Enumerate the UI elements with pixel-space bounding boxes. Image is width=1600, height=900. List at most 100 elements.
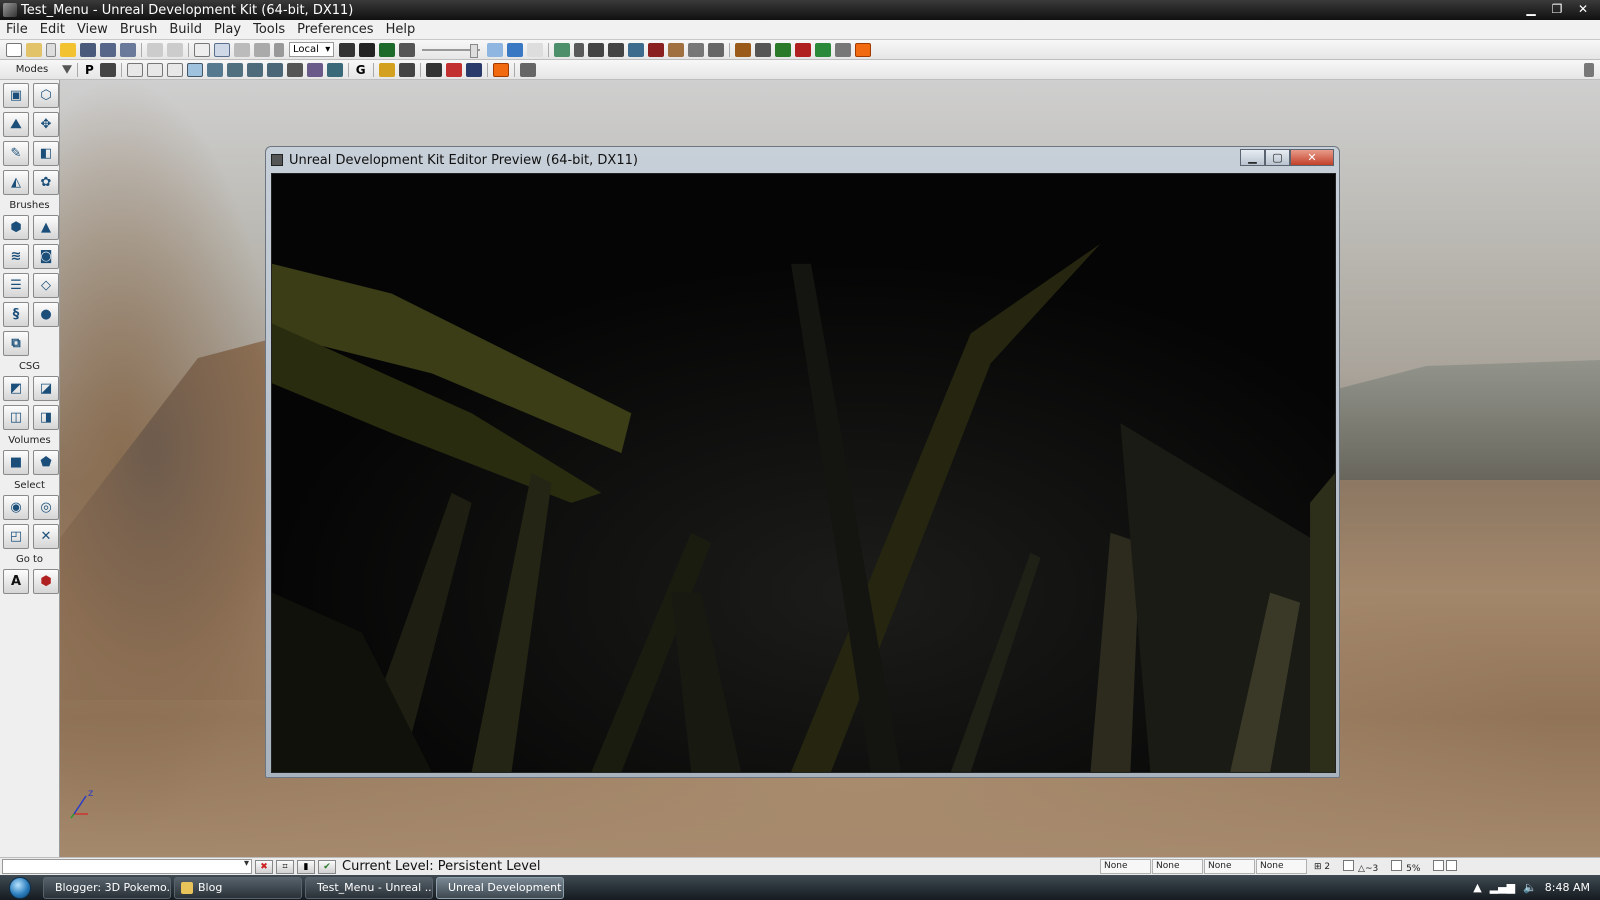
sheet-brush-icon[interactable]: ◇ xyxy=(33,273,59,298)
csg-deintersect-icon[interactable]: ◨ xyxy=(33,405,59,430)
swarm-icon[interactable] xyxy=(668,42,685,57)
lit-icon[interactable] xyxy=(186,62,203,77)
camera-mode-icon[interactable]: ▣ xyxy=(3,83,29,108)
p-button[interactable]: P xyxy=(85,63,94,77)
undo-icon[interactable] xyxy=(147,42,163,57)
autosave-checkbox[interactable] xyxy=(1433,859,1445,871)
sphere-brush-icon[interactable]: ● xyxy=(33,302,59,327)
build-lighting-icon[interactable] xyxy=(574,42,585,57)
monitor-icon[interactable] xyxy=(815,42,832,57)
menu-help[interactable]: Help xyxy=(380,22,422,37)
cylinder-brush-icon[interactable]: ◙ xyxy=(33,244,59,269)
lighting-only-icon[interactable] xyxy=(206,62,223,77)
menu-file[interactable]: File xyxy=(0,22,34,37)
taskbar-item-blogger[interactable]: Blogger: 3D Pokemo... xyxy=(43,876,171,899)
foliage-mode-icon[interactable]: ✿ xyxy=(33,170,59,195)
preview-close-icon[interactable]: ✕ xyxy=(1290,148,1334,166)
select-inverse-icon[interactable]: ◰ xyxy=(3,524,29,549)
terrain-mode-icon[interactable]: ⛰ xyxy=(3,112,29,137)
scale-nonuniform-icon[interactable] xyxy=(274,42,284,57)
start-button[interactable] xyxy=(0,876,40,900)
spiral-stair-icon[interactable]: § xyxy=(3,302,29,327)
scale-snap-checkbox[interactable] xyxy=(1391,859,1403,871)
realtime-checkbox[interactable] xyxy=(1446,859,1458,871)
texture-align-icon[interactable]: ✎ xyxy=(3,141,29,166)
new-file-icon[interactable] xyxy=(6,42,22,57)
lighting-icon[interactable] xyxy=(306,62,323,77)
cube-brush-icon[interactable]: ⬢ xyxy=(3,215,29,240)
kismet-icon[interactable] xyxy=(379,42,396,57)
clock[interactable]: 8:48 AM xyxy=(1545,881,1590,894)
maximize-icon[interactable]: ❐ xyxy=(1544,1,1570,17)
save-icon[interactable] xyxy=(80,42,96,57)
build-paths-icon[interactable] xyxy=(588,42,605,57)
linear-stair-icon[interactable]: ☰ xyxy=(3,273,29,298)
mesh-paint-icon[interactable]: ◧ xyxy=(33,141,59,166)
build-geometry-icon[interactable] xyxy=(554,42,571,57)
menu-edit[interactable]: Edit xyxy=(34,22,71,37)
rotation-snap-checkbox[interactable] xyxy=(1343,859,1355,871)
select-icon[interactable] xyxy=(194,42,210,57)
taskbar-item-unreal-preview[interactable]: Unreal Development ... xyxy=(436,876,564,899)
menu-view[interactable]: View xyxy=(71,22,114,37)
realtime-icon[interactable] xyxy=(487,42,504,57)
content-browser-icon[interactable] xyxy=(359,42,376,57)
red-actor-icon[interactable] xyxy=(445,62,462,77)
camera-speed-slider[interactable] xyxy=(422,43,481,58)
goto-actor-button[interactable]: A xyxy=(3,569,29,594)
light-complexity-icon[interactable] xyxy=(226,62,243,77)
volume-icon[interactable]: 🔈 xyxy=(1523,881,1537,894)
dropdown-icon[interactable] xyxy=(46,42,56,57)
play-in-editor-icon[interactable] xyxy=(735,42,752,57)
current-level-icon[interactable]: ✔ xyxy=(318,859,336,874)
show-all-icon[interactable]: ✕ xyxy=(33,524,59,549)
g-button[interactable]: G xyxy=(356,63,366,77)
network-icon[interactable]: ▂▄▆ xyxy=(1490,881,1515,894)
maximize-viewport-icon[interactable] xyxy=(1584,62,1594,77)
play-on-pc-icon[interactable] xyxy=(755,42,772,57)
actor-snap-icon[interactable] xyxy=(425,62,442,77)
editor-preview-window[interactable]: Unreal Development Kit Editor Preview (6… xyxy=(265,146,1340,778)
redo-icon[interactable] xyxy=(167,42,183,57)
shader-complexity-icon[interactable] xyxy=(266,62,283,77)
grid-size-control[interactable]: ⊞ 2 xyxy=(1314,862,1330,872)
tray-expand-icon[interactable]: ▲ xyxy=(1473,881,1481,894)
close-icon[interactable]: ✕ xyxy=(1570,1,1596,17)
orange-stop-icon[interactable] xyxy=(492,62,509,77)
coord-system-select[interactable]: Local ▾ xyxy=(289,42,335,57)
globe-icon[interactable] xyxy=(708,42,725,57)
matinee-icon[interactable] xyxy=(399,42,416,57)
play-on-console-icon[interactable] xyxy=(775,42,792,57)
preview-minimize-icon[interactable]: ▁ xyxy=(1240,148,1265,166)
build-covers-icon[interactable] xyxy=(608,42,625,57)
landscape-mode-icon[interactable]: ◭ xyxy=(3,170,29,195)
volume-select-icon[interactable]: ⬟ xyxy=(33,450,59,475)
rotation-snap-control[interactable]: △~3 xyxy=(1342,859,1378,874)
unlit-icon[interactable] xyxy=(166,62,183,77)
level-browser-icon[interactable]: ▮ xyxy=(297,859,315,874)
volumetric-brush-icon[interactable]: ⧉ xyxy=(3,331,29,356)
taskbar-item-blog[interactable]: Blog xyxy=(174,876,302,899)
eye-icon[interactable] xyxy=(398,62,415,77)
hide-selected-icon[interactable]: ◎ xyxy=(33,495,59,520)
reflections-icon[interactable] xyxy=(326,62,343,77)
lock-icon[interactable] xyxy=(378,62,395,77)
move-mode-icon[interactable]: ✥ xyxy=(33,112,59,137)
preview-maximize-icon[interactable]: ▢ xyxy=(1265,148,1290,166)
menu-tools[interactable]: Tools xyxy=(247,22,291,37)
translate-icon[interactable] xyxy=(214,42,230,57)
texture-density-icon[interactable] xyxy=(246,62,263,77)
csg-intersect-icon[interactable]: ◫ xyxy=(3,405,29,430)
grid-snap-icon[interactable]: ⌗ xyxy=(276,859,294,874)
lightmap-density-icon[interactable] xyxy=(286,62,303,77)
find-icon[interactable] xyxy=(339,42,356,57)
menu-play[interactable]: Play xyxy=(208,22,247,37)
stop-icon[interactable] xyxy=(855,42,872,57)
wireframe-icon[interactable] xyxy=(126,62,143,77)
grid-icon[interactable] xyxy=(688,42,705,57)
error-icon[interactable]: ✖ xyxy=(255,859,273,874)
rotate-icon[interactable] xyxy=(234,42,250,57)
modes-dropdown-icon[interactable] xyxy=(62,65,72,74)
build-all-icon[interactable] xyxy=(628,42,645,57)
save-all-icon[interactable] xyxy=(100,42,116,57)
